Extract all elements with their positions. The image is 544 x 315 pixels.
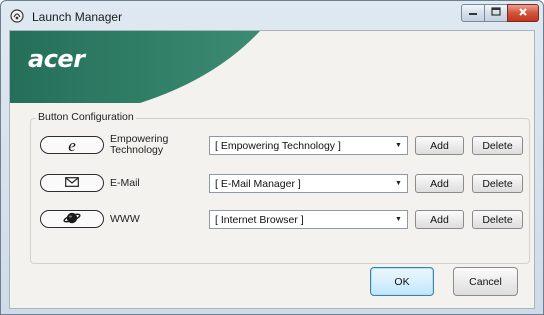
email-key-button[interactable] — [40, 174, 104, 192]
button-configuration-label: Button Configuration — [36, 111, 136, 123]
www-key-button[interactable] — [40, 210, 104, 228]
www-add-button[interactable]: Add — [415, 210, 464, 229]
config-row-www: WWW [ Internet Browser ] ▼ Add Delete — [10, 207, 534, 233]
email-label: E-Mail — [110, 177, 140, 189]
title-bar[interactable]: Launch Manager — [1, 1, 543, 29]
chevron-down-icon[interactable]: ▼ — [391, 212, 406, 227]
close-button[interactable] — [507, 4, 539, 22]
empowering-label: Empowering Technology — [110, 134, 190, 156]
email-delete-button[interactable]: Delete — [472, 174, 523, 193]
chevron-down-icon[interactable]: ▼ — [391, 138, 406, 153]
close-icon — [518, 7, 528, 20]
empowering-delete-button[interactable]: Delete — [472, 136, 523, 155]
empowering-key-button[interactable]: e — [40, 136, 104, 154]
chevron-down-icon[interactable]: ▼ — [391, 176, 406, 191]
empowering-add-button[interactable]: Add — [415, 136, 464, 155]
www-select[interactable]: [ Internet Browser ] ▼ — [209, 210, 408, 229]
email-select-value: [ E-Mail Manager ] — [215, 178, 301, 190]
window-title: Launch Manager — [32, 10, 123, 24]
globe-icon — [63, 211, 81, 228]
maximize-icon — [491, 7, 501, 19]
envelope-icon — [65, 176, 79, 190]
cancel-button[interactable]: Cancel — [453, 267, 518, 296]
empowering-select[interactable]: [ Empowering Technology ] ▼ — [209, 136, 408, 155]
minimize-icon — [468, 7, 478, 19]
dialog-body: acer Button Configuration e Empowering T… — [9, 30, 535, 309]
www-delete-button[interactable]: Delete — [472, 210, 523, 229]
www-select-value: [ Internet Browser ] — [215, 214, 304, 226]
www-label: WWW — [110, 213, 140, 225]
config-row-email: E-Mail [ E-Mail Manager ] ▼ Add Delete — [10, 171, 534, 197]
empowering-select-value: [ Empowering Technology ] — [215, 140, 341, 152]
ok-button[interactable]: OK — [370, 267, 434, 296]
app-icon — [10, 9, 24, 23]
config-row-empowering: e Empowering Technology [ Empowering Tec… — [10, 133, 534, 159]
acer-logo: acer — [28, 45, 85, 73]
acer-banner: acer — [10, 31, 534, 103]
maximize-button[interactable] — [484, 4, 508, 22]
empowering-label-line2: Technology — [110, 144, 164, 156]
launch-manager-window: Launch Manager acer Button Configuration… — [0, 0, 544, 315]
email-add-button[interactable]: Add — [415, 174, 464, 193]
internet-explorer-e-icon: e — [68, 135, 76, 155]
email-select[interactable]: [ E-Mail Manager ] ▼ — [209, 174, 408, 193]
minimize-button[interactable] — [461, 4, 485, 22]
